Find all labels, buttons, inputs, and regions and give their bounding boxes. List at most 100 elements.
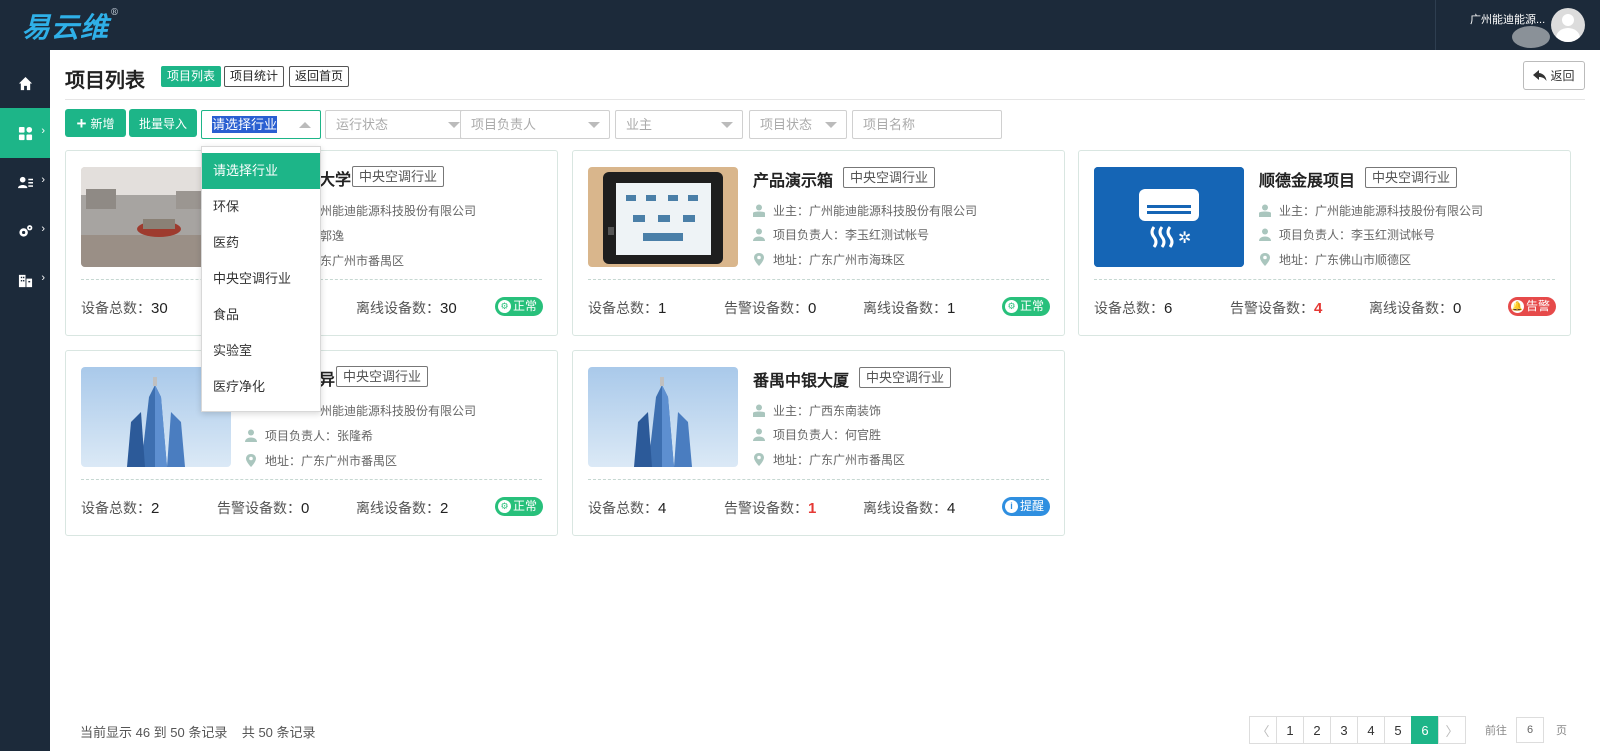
status-badge: ⚙ 正常 — [1001, 297, 1050, 316]
total-devices-stat: 设备总数：1 — [588, 300, 667, 317]
page-button[interactable]: 3 — [1330, 716, 1358, 744]
industry-tag: 中央空调行业 — [336, 366, 429, 387]
project-card[interactable]: ✲ 顺德金展项目 中央空调行业 业主：广州能迪能源科技股份有限公司 项目负责人：… — [1078, 150, 1571, 336]
tab-project-list[interactable]: 项目列表 — [161, 66, 222, 87]
sidebar: › › › › — [0, 50, 50, 751]
logo: 易云维® — [22, 7, 121, 44]
page-button[interactable]: 1 — [1276, 716, 1304, 744]
location-icon — [1260, 253, 1270, 266]
status-badge: i 提醒 — [1001, 497, 1050, 516]
total-devices-stat: 设备总数：2 — [81, 500, 160, 517]
project-status-select[interactable]: 项目状态 — [749, 110, 847, 139]
next-page-button[interactable]: 〉 — [1438, 716, 1466, 744]
project-card[interactable]: 产品演示箱 中央空调行业 业主：广州能迪能源科技股份有限公司 项目负责人：李玉红… — [572, 150, 1065, 336]
project-owner: 州能迪能源科技股份有限公司 — [320, 404, 477, 418]
add-button[interactable]: + 新增 — [65, 109, 126, 137]
user-list-icon — [17, 176, 33, 188]
batch-import-button[interactable]: 批量导入 — [129, 109, 197, 137]
offline-devices-stat: 离线设备数：30 — [356, 300, 457, 317]
record-total: 共 50 条记录 — [241, 725, 316, 740]
tab-project-stats[interactable]: 项目统计 — [224, 66, 285, 87]
sidebar-item-home[interactable] — [0, 58, 50, 108]
person-icon — [245, 429, 257, 442]
gear-icon: ⚙ — [1004, 300, 1018, 313]
caret-down-icon — [448, 122, 460, 128]
chevron-right-icon: › — [41, 125, 45, 137]
chevron-right-icon: › — [41, 174, 45, 186]
home-icon — [18, 76, 32, 90]
caret-down-icon — [721, 122, 733, 128]
air-conditioner-icon: ✲ — [1094, 167, 1244, 267]
top-bar: 易云维® 广州能迪能源... — [0, 0, 1600, 50]
owner-icon — [1259, 204, 1271, 217]
industry-tag: 中央空调行业 — [1365, 167, 1458, 188]
alarm-devices-stat: 告警设备数：1 — [724, 500, 817, 517]
project-title[interactable]: 异 — [319, 366, 335, 390]
sidebar-item-users[interactable]: › — [0, 157, 50, 207]
dropdown-option[interactable]: 中央空调行业 — [202, 261, 320, 297]
run-status-select[interactable]: 运行状态 — [325, 110, 470, 139]
alarm-devices-stat: 告警设备数：4 — [1230, 300, 1323, 317]
page-button[interactable]: 5 — [1384, 716, 1412, 744]
offline-devices-stat: 离线设备数：1 — [863, 300, 956, 317]
owner-select[interactable]: 业主 — [615, 110, 743, 139]
project-thumbnail: ✲ — [1094, 167, 1244, 267]
location-icon — [754, 453, 764, 466]
project-title[interactable]: 顺德金展项目 — [1259, 167, 1355, 191]
industry-select[interactable]: 请选择行业 — [201, 110, 321, 139]
reply-icon — [1533, 69, 1547, 81]
card-divider — [81, 479, 542, 480]
sidebar-item-settings[interactable]: › — [0, 206, 50, 256]
prev-page-button[interactable]: 〈 — [1249, 716, 1277, 744]
project-manager: 郭逸 — [320, 229, 345, 243]
avatar[interactable] — [1551, 8, 1585, 42]
caret-up-icon — [299, 122, 311, 128]
dropdown-option[interactable]: 环保 — [202, 189, 320, 225]
project-owner: 业主：广西东南装饰 — [753, 402, 881, 419]
project-address: 地址：广东广州市海珠区 — [753, 251, 905, 268]
run-status-placeholder: 运行状态 — [336, 117, 389, 132]
status-badge: 🔔 告警 — [1507, 297, 1556, 316]
project-title[interactable]: 产品演示箱 — [753, 167, 833, 191]
manager-select[interactable]: 项目负责人 — [460, 110, 610, 139]
settings-icon — [18, 224, 32, 237]
project-manager: 项目负责人：张隆希 — [245, 427, 373, 444]
page-button[interactable]: 4 — [1357, 716, 1385, 744]
dashboard-icon — [18, 126, 32, 140]
project-title[interactable]: 大学 — [319, 166, 351, 190]
caret-down-icon — [588, 122, 600, 128]
card-divider — [588, 479, 1049, 480]
card-divider — [1094, 279, 1555, 280]
user-name[interactable]: 广州能迪能源... — [1470, 11, 1545, 27]
chevron-right-icon: › — [41, 272, 45, 284]
project-title[interactable]: 番禺中银大厦 — [753, 367, 849, 391]
dropdown-option[interactable]: 实验室 — [202, 333, 320, 369]
location-icon — [754, 253, 764, 266]
offline-devices-stat: 离线设备数：2 — [356, 500, 449, 517]
info-icon: i — [1004, 500, 1018, 513]
project-manager: 项目负责人：何官胜 — [753, 426, 881, 443]
goto-page-input[interactable]: 6 — [1516, 717, 1544, 743]
record-info: 当前显示 46 到 50 条记录 共 50 条记录 — [80, 722, 316, 741]
sidebar-item-buildings[interactable]: › — [0, 255, 50, 305]
total-devices-stat: 设备总数：6 — [1094, 300, 1173, 317]
tab-back-home[interactable]: 返回首页 — [289, 66, 350, 87]
dropdown-option[interactable]: 食品 — [202, 297, 320, 333]
sidebar-item-projects[interactable]: › — [0, 108, 50, 158]
goto-suffix: 页 — [1556, 725, 1567, 737]
back-button[interactable]: 返回 — [1523, 61, 1585, 90]
project-thumbnail — [588, 167, 738, 267]
page-title: 项目列表 — [65, 70, 145, 92]
page-button-current[interactable]: 6 — [1411, 716, 1439, 744]
back-button-label: 返回 — [1550, 69, 1575, 83]
person-icon — [1259, 228, 1271, 241]
dropdown-option[interactable]: 请选择行业 — [202, 153, 320, 189]
project-card[interactable]: 番禺中银大厦 中央空调行业 业主：广西东南装饰 项目负责人：何官胜 地址：广东广… — [572, 350, 1065, 536]
project-owner: 业主：广州能迪能源科技股份有限公司 — [753, 202, 977, 219]
project-owner: 业主：广州能迪能源科技股份有限公司 — [1259, 202, 1483, 219]
status-badge: ⚙ 正常 — [494, 297, 543, 316]
project-name-input[interactable]: 项目名称 — [852, 110, 1002, 139]
page-button[interactable]: 2 — [1303, 716, 1331, 744]
dropdown-option[interactable]: 医疗净化 — [202, 369, 320, 405]
dropdown-option[interactable]: 医药 — [202, 225, 320, 261]
